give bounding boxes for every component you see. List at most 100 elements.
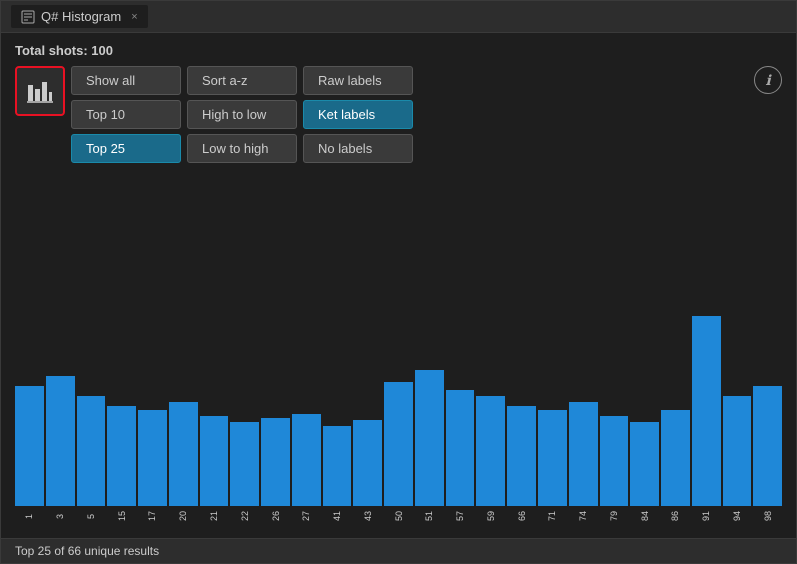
bar-wrapper: 15: [107, 406, 136, 528]
sort-buttons-group: Sort a-z High to low Low to high: [187, 66, 297, 163]
bar-label: 98: [763, 506, 773, 528]
bar: [261, 418, 290, 506]
bar-wrapper: 21: [200, 416, 229, 528]
info-icon-button[interactable]: ℹ: [754, 66, 782, 94]
bar: [230, 422, 259, 506]
bar: [600, 416, 629, 506]
bar-wrapper: 43: [353, 420, 382, 528]
bar-wrapper: 74: [569, 402, 598, 528]
bar: [138, 410, 167, 506]
bar: [692, 316, 721, 506]
bar: [46, 376, 75, 506]
bar: [569, 402, 598, 506]
show-all-button[interactable]: Show all: [71, 66, 181, 95]
bar-label: 17: [147, 506, 157, 528]
bar-label: 59: [486, 506, 496, 528]
bar-wrapper: 17: [138, 410, 167, 528]
bar: [107, 406, 136, 506]
bar-label: 57: [455, 506, 465, 528]
bar: [446, 390, 475, 506]
bar-wrapper: 27: [292, 414, 321, 528]
bar-wrapper: 3: [46, 376, 75, 528]
bar-label: 94: [732, 506, 742, 528]
no-labels-button[interactable]: No labels: [303, 134, 413, 163]
top-10-button[interactable]: Top 10: [71, 100, 181, 129]
bar-wrapper: 57: [446, 390, 475, 528]
bar-wrapper: 79: [600, 416, 629, 528]
bar-label: 50: [394, 506, 404, 528]
status-bar: Top 25 of 66 unique results: [1, 538, 796, 563]
bar-label: 26: [271, 506, 281, 528]
filter-buttons-group: Show all Top 10 Top 25: [71, 66, 181, 163]
bar-label: 1: [24, 506, 34, 528]
bar-wrapper: 51: [415, 370, 444, 528]
low-to-high-button[interactable]: Low to high: [187, 134, 297, 163]
bar-label: 79: [609, 506, 619, 528]
bar-wrapper: 86: [661, 410, 690, 528]
bar-wrapper: 5: [77, 396, 106, 528]
bar: [200, 416, 229, 506]
bar-wrapper: 41: [323, 426, 352, 528]
bar-label: 71: [547, 506, 557, 528]
tab-label: Q# Histogram: [41, 9, 121, 24]
bar: [538, 410, 567, 506]
bar-wrapper: 71: [538, 410, 567, 528]
bar: [415, 370, 444, 506]
bar-wrapper: 84: [630, 422, 659, 528]
bar-label: 3: [55, 506, 65, 528]
bar-wrapper: 20: [169, 402, 198, 528]
main-content: Total shots: 100 Show all Top 10 Top 25: [1, 33, 796, 538]
bar: [292, 414, 321, 506]
bar-wrapper: 22: [230, 422, 259, 528]
bar-label: 66: [517, 506, 527, 528]
bar-label: 86: [670, 506, 680, 528]
histogram-icon: [26, 77, 54, 105]
bar: [77, 396, 106, 506]
bar-label: 84: [640, 506, 650, 528]
bar-wrapper: 26: [261, 418, 290, 528]
high-to-low-button[interactable]: High to low: [187, 100, 297, 129]
bar-label: 51: [424, 506, 434, 528]
bar-wrapper: 1: [15, 386, 44, 528]
sort-az-button[interactable]: Sort a-z: [187, 66, 297, 95]
bar: [753, 386, 782, 506]
bar: [723, 396, 752, 506]
bar-label: 20: [178, 506, 188, 528]
tab-close-button[interactable]: ×: [131, 11, 137, 23]
bar-label: 91: [701, 506, 711, 528]
bar: [353, 420, 382, 506]
controls-row: Show all Top 10 Top 25 Sort a-z High to …: [15, 66, 782, 163]
title-bar: Q# Histogram ×: [1, 1, 796, 33]
bar-wrapper: 66: [507, 406, 536, 528]
bar-wrapper: 59: [476, 396, 505, 528]
bar: [169, 402, 198, 506]
tab-icon: [21, 10, 35, 24]
main-window: Q# Histogram × Total shots: 100 Show all: [0, 0, 797, 564]
bar-label: 5: [86, 506, 96, 528]
bar: [384, 382, 413, 506]
histogram-icon-button[interactable]: [15, 66, 65, 116]
status-text: Top 25 of 66 unique results: [15, 544, 159, 558]
total-shots-label: Total shots: 100: [15, 43, 782, 58]
bar: [476, 396, 505, 506]
chart-area: 135 15 17 20 21 22 26 27 41 43 50 51 57 59 66 71 74 79 84 8…: [15, 173, 782, 528]
bar-label: 21: [209, 506, 219, 528]
ket-labels-button[interactable]: Ket labels: [303, 100, 413, 129]
top-25-button[interactable]: Top 25: [71, 134, 181, 163]
bar-label: 74: [578, 506, 588, 528]
bar: [507, 406, 536, 506]
bar-wrapper: 94: [723, 396, 752, 528]
bars-container: 135 15 17 20 21 22 26 27 41 43 50 51 57 59 66 71 74 79 84 8…: [15, 173, 782, 528]
bar-label: 22: [240, 506, 250, 528]
bar-wrapper: 91: [692, 316, 721, 528]
bar-label: 43: [363, 506, 373, 528]
bar-label: 41: [332, 506, 342, 528]
bar-wrapper: 50: [384, 382, 413, 528]
bar: [630, 422, 659, 506]
bar-label: 27: [301, 506, 311, 528]
raw-labels-button[interactable]: Raw labels: [303, 66, 413, 95]
bar-wrapper: 98: [753, 386, 782, 528]
bar-label: 15: [117, 506, 127, 528]
bar: [15, 386, 44, 506]
title-tab[interactable]: Q# Histogram ×: [11, 5, 148, 28]
